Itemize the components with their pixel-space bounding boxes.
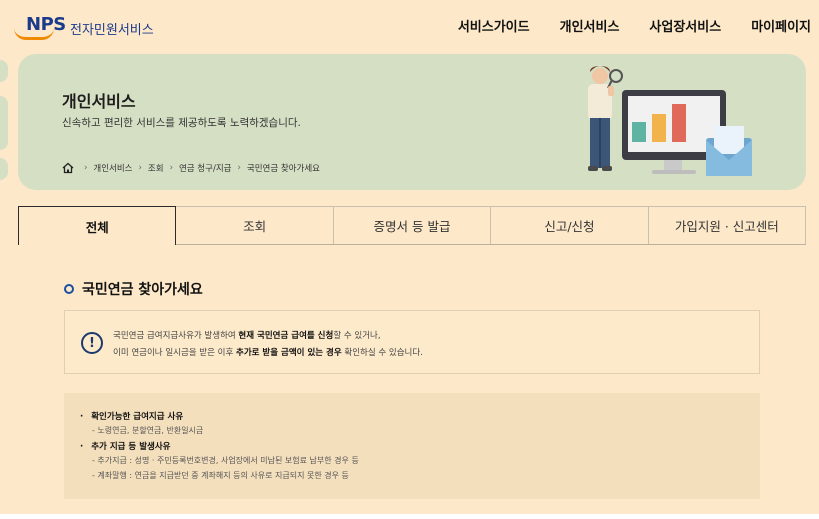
category-tabs: 전체 조회 증명서 등 발급 신고/신청 가입지원 · 신고센터 <box>18 206 807 245</box>
nav-service-guide[interactable]: 서비스가이드 <box>458 16 530 35</box>
chevron-right-icon: › <box>237 163 241 173</box>
breadcrumb: › 개인서비스 › 조회 › 연금 청구/지급 › 국민연금 찾아가세요 <box>62 162 320 174</box>
tab-certificate[interactable]: 증명서 등 발급 <box>333 206 492 244</box>
notice-text: 할 수 있거나, <box>333 331 381 341</box>
ring-bullet-icon <box>64 284 74 294</box>
notice-line-1: 국민연금 급여지급사유가 발생하여 현재 국민연금 급여를 신청할 수 있거나, <box>113 329 381 341</box>
section-title: 국민연금 찾아가세요 <box>64 279 203 299</box>
site-header: NPS 전자민원서비스 서비스가이드 개인서비스 사업장서비스 마이페이지 <box>0 0 819 48</box>
chevron-right-icon: › <box>169 163 173 173</box>
info-detail: - 계좌말행 : 연금을 지급받던 중 계좌해지 등의 사유로 지급되지 못한 … <box>92 471 349 480</box>
bottom-divider <box>0 514 819 519</box>
notice-emphasis: 추가로 받을 금액이 있는 경우 <box>236 348 342 358</box>
info-bullet: 추가 지급 등 발생사유 <box>80 440 170 452</box>
breadcrumb-item-current: 국민연금 찾아가세요 <box>246 164 320 174</box>
chevron-right-icon: › <box>138 163 142 173</box>
logo-swoosh-icon <box>14 28 54 40</box>
nps-logo[interactable]: NPS 전자민원서비스 <box>12 12 154 42</box>
notice-text: 국민연금 급여지급사유가 발생하여 <box>113 331 239 341</box>
banner-edge-tab <box>0 60 8 82</box>
banner-illustration <box>588 66 752 176</box>
page-title: 개인서비스 <box>62 92 136 111</box>
global-nav: 서비스가이드 개인서비스 사업장서비스 마이페이지 <box>458 16 811 35</box>
banner-edge-tab <box>0 96 8 150</box>
nav-my-page[interactable]: 마이페이지 <box>751 16 811 35</box>
tab-all[interactable]: 전체 <box>18 206 177 245</box>
notice-emphasis: 현재 국민연금 급여를 신청 <box>238 331 334 341</box>
logo-mark: NPS <box>12 12 68 42</box>
page-subtitle: 신속하고 편리한 서비스를 제공하도록 노력하겠습니다. <box>62 117 301 129</box>
breadcrumb-item[interactable]: 연금 청구/지급 <box>179 162 232 174</box>
tab-inquiry[interactable]: 조회 <box>176 206 334 244</box>
exclamation-icon: ! <box>81 332 103 354</box>
info-detail: - 노령연금, 분할연금, 반환일시금 <box>92 426 204 435</box>
tab-report-apply[interactable]: 신고/신청 <box>491 206 649 244</box>
info-box: 확인가능한 급여지급 사유 - 노령연금, 분할연금, 반환일시금 추가 지급 … <box>64 393 760 499</box>
notice-text: 이미 연금이나 일시금을 받은 이후 <box>113 348 236 358</box>
page-banner: 개인서비스 신속하고 편리한 서비스를 제공하도록 노력하겠습니다. › 개인서… <box>18 54 806 190</box>
notice-line-2: 이미 연금이나 일시금을 받은 이후 추가로 받을 금액이 있는 경우 확인하실… <box>113 346 423 358</box>
section-title-text: 국민연금 찾아가세요 <box>82 282 203 298</box>
tab-enrollment-support[interactable]: 가입지원 · 신고센터 <box>648 206 807 244</box>
notice-box: ! 국민연금 급여지급사유가 발생하여 현재 국민연금 급여를 신청할 수 있거… <box>64 310 760 374</box>
breadcrumb-item[interactable]: 조회 <box>148 162 164 174</box>
breadcrumb-item[interactable]: 개인서비스 <box>93 162 132 174</box>
info-bullet: 확인가능한 급여지급 사유 <box>80 410 183 422</box>
nav-business-service[interactable]: 사업장서비스 <box>649 16 721 35</box>
notice-text: 확인하실 수 있습니다. <box>341 348 423 358</box>
chevron-right-icon: › <box>84 163 88 173</box>
logo-subtitle: 전자민원서비스 <box>70 22 154 38</box>
nav-personal-service[interactable]: 개인서비스 <box>560 16 620 35</box>
home-icon[interactable] <box>62 162 74 174</box>
banner-edge-tab <box>0 158 8 180</box>
info-detail: - 추가지급 : 성명 · 주민등록번호변경, 사업장에서 미납된 보험료 납부… <box>92 456 359 465</box>
